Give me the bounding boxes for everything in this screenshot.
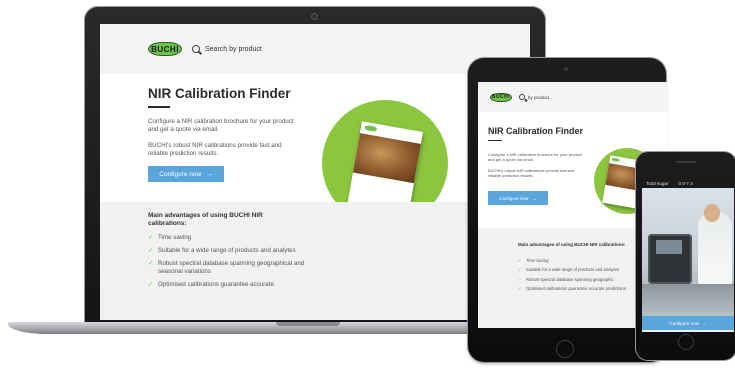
buchi-logo[interactable]: BUCHI [490,92,512,102]
laptop-screen: BUCHI Search by product NIR Calibration … [100,24,530,320]
arrow-right-icon: → [702,320,707,326]
phone-screen: Total sugar 0.0-7.4 Configure now → [642,178,734,332]
advantages-list: ✓ Time saving ✓ Suitable for a wide rang… [148,234,308,294]
page-title: NIR Calibration Finder [148,86,291,101]
list-item: ✓ Time saving [148,234,308,242]
advantage-text: Robust spectral database spanning geogra… [526,276,614,282]
arrow-right-icon: → [206,170,213,178]
configure-now-label: Configure now [499,195,529,201]
check-icon: ✓ [148,282,154,288]
intro-text: Configure a NIR calibration brochure for… [148,118,294,133]
advantage-text: Suitable for a wide range of products an… [158,247,296,254]
brochure-logo [364,124,378,132]
result-label: Total sugar [646,180,669,186]
advantages-heading: Main advantages of using BUCHI NIR calib… [148,212,263,227]
configure-now-button[interactable]: Configure now → [642,316,734,330]
arrow-right-icon: → [532,195,537,201]
check-icon: ✓ [148,235,154,241]
lab-bench [642,284,734,316]
list-item: ✓ Optimised calibrations guarantee accur… [148,281,308,289]
check-icon: ✓ [518,286,522,292]
home-button[interactable] [678,334,694,350]
advantage-text: Optimised calibrations guarantee accurat… [526,286,626,292]
check-icon: ✓ [148,261,154,267]
result-value: 0.0-7.4 [678,180,693,186]
search-label[interactable]: Search by product [205,46,262,53]
lab-technician [698,212,732,284]
technician-head [704,204,720,222]
configure-now-label: Configure now [159,170,202,178]
advantages-heading: Main advantages of using BUCHI NIR calib… [518,242,626,247]
configure-now-button[interactable]: Configure now → [148,166,224,182]
advantage-text: Robust spectral database spanning geogra… [158,260,305,275]
result-bar: Total sugar 0.0-7.4 [642,178,734,188]
advantage-text: Time saving [158,234,192,241]
title-divider [148,106,170,108]
check-icon: ✓ [148,248,154,254]
configure-now-label: Configure now [669,320,700,326]
check-icon: ✓ [518,276,522,282]
laptop-notch [276,322,340,326]
camera-icon [312,14,317,19]
advantage-text: Suitable for a wide range of products an… [526,267,620,273]
intro-text-2: BUCHI's robust NIR calibrations provide … [488,168,575,179]
site-header: BUCHI by product... [478,82,668,112]
search-icon[interactable] [519,94,525,100]
search-icon[interactable] [192,45,200,53]
brochure-photo [352,133,421,184]
search-label[interactable]: by product... [528,95,553,100]
site-header: BUCHI Search by product [100,24,530,74]
check-icon: ✓ [518,258,522,263]
speaker-slot [676,161,696,163]
advantage-text: Time saving [526,258,549,263]
page-title: NIR Calibration Finder [488,126,584,136]
configure-now-button[interactable]: Configure now → [488,191,548,205]
intro-text: Configure a NIR calibration brochure for… [488,152,583,163]
brochure-logo [611,157,620,162]
camera-icon [564,67,568,71]
list-item: ✓ Suitable for a wide range of products … [148,247,308,255]
check-icon: ✓ [518,267,522,273]
home-button[interactable] [556,340,574,358]
title-divider [488,140,502,141]
buchi-logo[interactable]: BUCHI [148,42,182,56]
list-item: ✓ Robust spectral database spanning geog… [148,260,308,276]
advantage-text: Optimised calibrations guarantee accurat… [158,281,274,288]
instrument-display [656,240,682,254]
intro-text-2: BUCHI's robust NIR calibrations provide … [148,142,282,157]
